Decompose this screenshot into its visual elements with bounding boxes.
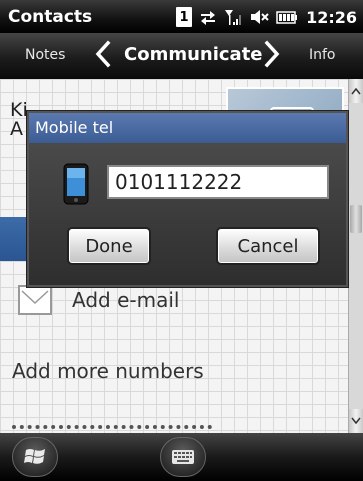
dialog-title: Mobile tel xyxy=(29,113,346,143)
add-email-row[interactable]: Add e-mail xyxy=(18,285,179,315)
app-title: Contacts xyxy=(8,7,93,27)
status-icons[interactable]: 1 12:26 xyxy=(176,4,357,30)
keyboard-icon xyxy=(172,450,194,464)
chevron-right-icon[interactable] xyxy=(262,40,282,68)
speaker-muted-icon xyxy=(251,10,269,24)
pivot-header: Notes Communicate Info xyxy=(0,33,363,79)
mobile-tel-input[interactable] xyxy=(107,165,329,199)
tab-info[interactable]: Info xyxy=(309,47,336,63)
chevron-down-icon xyxy=(351,417,361,425)
add-more-numbers[interactable]: Add more numbers xyxy=(12,359,204,383)
add-email-label: Add e-mail xyxy=(72,288,180,312)
windows-logo-icon xyxy=(24,449,45,464)
email-checkbox[interactable] xyxy=(18,285,52,315)
battery-icon xyxy=(276,11,298,24)
done-button[interactable]: Done xyxy=(67,227,151,265)
scroll-down-button[interactable] xyxy=(349,409,363,433)
start-button[interactable] xyxy=(12,437,58,477)
scrollbar[interactable] xyxy=(348,79,363,433)
mobile-phone-icon xyxy=(63,163,89,205)
tab-notes[interactable]: Notes xyxy=(25,47,65,63)
clock: 12:26 xyxy=(306,7,357,27)
envelope-icon xyxy=(21,290,49,305)
chevron-up-icon xyxy=(351,87,361,95)
sim-indicator: 1 xyxy=(176,7,193,27)
data-connection-icon xyxy=(201,11,216,25)
keyboard-button[interactable] xyxy=(160,437,206,477)
scroll-up-button[interactable] xyxy=(349,79,363,103)
tab-communicate[interactable]: Communicate xyxy=(124,44,263,65)
softkey-bar xyxy=(0,433,363,481)
signal-strength-icon xyxy=(225,10,242,25)
cancel-button[interactable]: Cancel xyxy=(216,227,320,265)
chevron-left-icon[interactable] xyxy=(93,40,113,68)
cut-off-row xyxy=(12,425,212,433)
dialog-body: Done Cancel xyxy=(29,143,346,285)
mobile-tel-dialog: Mobile tel Done Cancel xyxy=(27,111,348,287)
scroll-thumb[interactable] xyxy=(350,205,362,233)
status-bar: Contacts 1 12:26 xyxy=(0,0,363,33)
contact-name-fragment: Ki A xyxy=(10,99,28,140)
